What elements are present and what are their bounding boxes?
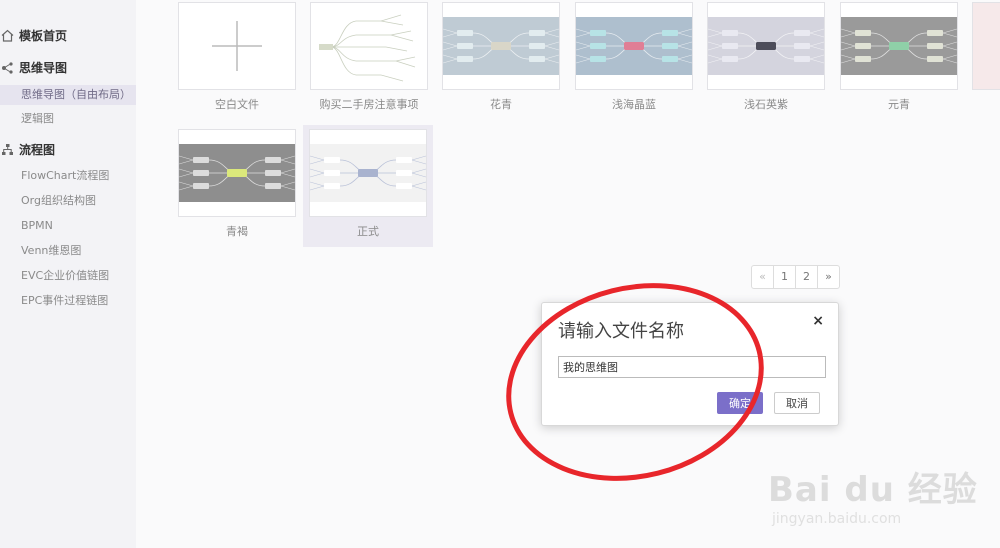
template-card-qinghe[interactable]: 青褐 — [178, 129, 296, 239]
pagination: « 1 2 » — [751, 265, 840, 289]
watermark-logo: Bai du 经验 — [768, 470, 978, 510]
sidebar: 模板首页 思维导图 思维导图（自由布局） 逻辑图 流程图 FlowChart流程… — [0, 0, 136, 548]
template-card-formal[interactable]: 正式 — [303, 125, 433, 247]
mindmap-preview-image — [179, 144, 295, 202]
sidebar-item-bpmn[interactable]: BPMN — [21, 216, 53, 236]
template-label: 花青 — [490, 98, 512, 111]
template-thumbnail — [442, 2, 560, 90]
sidebar-item-logic-map[interactable]: 逻辑图 — [21, 109, 54, 129]
template-card-tree[interactable]: 购买二手房注意事项 — [310, 2, 428, 112]
pagination-prev[interactable]: « — [752, 266, 774, 288]
mindmap-preview-image — [443, 17, 559, 75]
sidebar-group-mindmap[interactable]: 思维导图 — [0, 56, 67, 78]
dialog-title: 请输入文件名称 — [558, 321, 684, 342]
template-label: 青褐 — [226, 225, 248, 238]
template-thumbnail — [840, 2, 958, 90]
cancel-button[interactable]: 取消 — [774, 392, 820, 414]
template-thumbnail — [309, 129, 427, 217]
template-label: 元青 — [888, 98, 910, 111]
watermark-url: jingyan.baidu.com — [772, 511, 902, 527]
pagination-page-2[interactable]: 2 — [796, 266, 818, 288]
sidebar-item-org-chart[interactable]: Org组织结构图 — [21, 191, 96, 211]
template-label: 浅海晶蓝 — [612, 98, 656, 111]
sidebar-item-flowchart[interactable]: FlowChart流程图 — [21, 166, 109, 186]
template-card-ocean-blue[interactable]: 浅海晶蓝 — [575, 2, 693, 112]
mindmap-icon — [0, 60, 14, 74]
template-thumbnail — [178, 129, 296, 217]
close-icon[interactable]: × — [812, 313, 824, 329]
mindmap-preview-image — [841, 17, 957, 75]
template-card-quartz-purple[interactable]: 浅石英紫 — [707, 2, 825, 112]
sidebar-item-evc[interactable]: EVC企业价值链图 — [21, 266, 109, 286]
template-card-partial[interactable] — [972, 2, 1000, 90]
sidebar-item-mindmap-free[interactable]: 思维导图（自由布局） — [0, 85, 136, 105]
template-thumbnail — [707, 2, 825, 90]
pagination-page-1[interactable]: 1 — [774, 266, 796, 288]
sidebar-group-flowchart[interactable]: 流程图 — [0, 138, 55, 160]
filename-input[interactable] — [558, 356, 826, 378]
template-thumbnail — [310, 2, 428, 90]
template-label: 浅石英紫 — [744, 98, 788, 111]
confirm-button[interactable]: 确定 — [717, 392, 763, 414]
template-card-blank[interactable]: 空白文件 — [178, 2, 296, 112]
mindmap-preview-image — [708, 17, 824, 75]
template-thumbnail — [972, 2, 1000, 90]
template-thumbnail — [178, 2, 296, 90]
plus-icon — [212, 21, 262, 71]
sidebar-item-venn[interactable]: Venn维恩图 — [21, 241, 81, 261]
mindmap-preview-image — [576, 17, 692, 75]
template-label: 正式 — [357, 225, 379, 238]
sidebar-group-templates-home[interactable]: 模板首页 — [0, 24, 67, 46]
sidebar-item-epc[interactable]: EPC事件过程链图 — [21, 291, 108, 311]
template-card-yuanqing[interactable]: 元青 — [840, 2, 958, 112]
filename-dialog: 请输入文件名称 × 确定 取消 — [541, 302, 839, 426]
sidebar-group-label: 流程图 — [19, 142, 56, 157]
template-card-huaqing[interactable]: 花青 — [442, 2, 560, 112]
pagination-next[interactable]: » — [818, 266, 839, 288]
template-thumbnail — [575, 2, 693, 90]
mindmap-preview-image — [310, 144, 426, 202]
flowchart-icon — [0, 142, 14, 156]
tree-preview-image — [319, 14, 416, 82]
home-icon — [0, 28, 14, 42]
sidebar-group-label: 思维导图 — [19, 60, 68, 75]
template-label: 空白文件 — [215, 98, 259, 111]
sidebar-group-label: 模板首页 — [19, 28, 68, 43]
baidu-jingyan-watermark: Bai du 经验 jingyan.baidu.com — [768, 462, 978, 527]
template-label: 购买二手房注意事项 — [319, 98, 419, 111]
